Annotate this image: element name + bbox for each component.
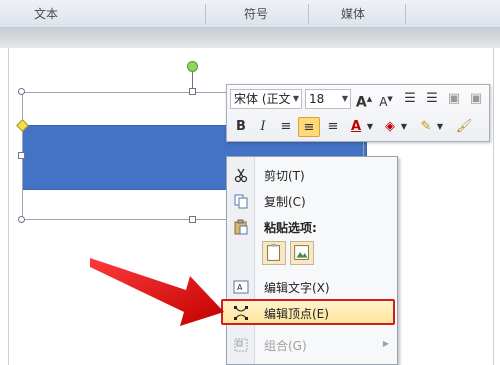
align-left-icon[interactable]: ≡ bbox=[275, 117, 297, 137]
annotation-arrow bbox=[90, 258, 224, 326]
fill-bucket-icon[interactable]: ◈ bbox=[379, 117, 401, 137]
chevron-down-icon[interactable]: ▼ bbox=[435, 117, 445, 137]
chevron-down-icon[interactable]: ▼ bbox=[399, 117, 409, 137]
align-right-icon[interactable]: ≡ bbox=[322, 117, 344, 137]
font-color-label: A bbox=[350, 119, 362, 134]
ribbon-group-bar: 文本 符号 媒体 bbox=[0, 0, 500, 28]
align-center-icon[interactable]: ≡ bbox=[298, 117, 320, 137]
mini-toolbar: 宋体 (正文 ▼ 18 ▼ A▲ A▼ ☰ ☰ ▣ ▣ B I ≡ ≡ ≡ A … bbox=[226, 84, 490, 142]
copy-icon bbox=[234, 194, 248, 209]
textbox-icon: A bbox=[233, 280, 249, 294]
grow-font-button[interactable]: A▲ bbox=[353, 89, 375, 111]
grow-font-label: A bbox=[355, 94, 367, 111]
group-icon bbox=[234, 338, 248, 352]
edit-points-icon bbox=[234, 306, 248, 320]
send-backward-icon[interactable]: ▣ bbox=[465, 89, 487, 109]
resize-handle-nw[interactable] bbox=[18, 88, 25, 95]
context-menu: 剪切(T) 复制(C) 粘贴选项: A 编辑文字(X) 编辑顶点(E) 组合(G… bbox=[221, 156, 398, 365]
ribbon-group-text[interactable]: 文本 bbox=[34, 5, 58, 22]
chevron-down-icon: ▼ bbox=[292, 94, 299, 103]
rotation-handle[interactable] bbox=[187, 61, 198, 72]
ribbon-separator bbox=[405, 4, 406, 24]
menu-item-label: 剪切(T) bbox=[264, 169, 305, 183]
font-name-dropdown[interactable]: 宋体 (正文 ▼ bbox=[230, 89, 302, 109]
font-size-dropdown[interactable]: 18 ▼ bbox=[305, 89, 351, 109]
italic-button[interactable]: I bbox=[252, 117, 274, 137]
menu-item-group: 组合(G) ▶ bbox=[229, 333, 395, 357]
svg-text:A: A bbox=[237, 283, 243, 292]
chevron-down-icon[interactable]: ▼ bbox=[365, 117, 375, 137]
ribbon-separator bbox=[205, 4, 206, 24]
font-size-value: 18 bbox=[309, 92, 325, 106]
menu-item-edit-text[interactable]: A 编辑文字(X) bbox=[229, 275, 395, 299]
menu-item-cut[interactable]: 剪切(T) bbox=[229, 163, 395, 187]
resize-handle-n[interactable] bbox=[189, 88, 196, 95]
bring-forward-icon[interactable]: ▣ bbox=[443, 89, 465, 109]
menu-item-paste-options: 粘贴选项: bbox=[229, 215, 395, 239]
menu-item-label: 粘贴选项: bbox=[264, 221, 317, 235]
font-color-button[interactable]: A bbox=[345, 117, 367, 137]
resize-handle-w[interactable] bbox=[18, 152, 25, 159]
paste-picture-icon[interactable] bbox=[290, 241, 314, 265]
scissors-icon bbox=[234, 168, 248, 183]
resize-handle-s[interactable] bbox=[189, 216, 196, 223]
increase-indent-icon[interactable]: ☰ bbox=[421, 89, 443, 109]
outline-pen-icon[interactable]: ✎ bbox=[415, 117, 437, 137]
paste-keep-formatting-icon[interactable] bbox=[262, 241, 286, 265]
submenu-arrow-icon: ▶ bbox=[382, 339, 389, 348]
bold-label: B bbox=[236, 119, 246, 134]
italic-label: I bbox=[260, 119, 266, 134]
decrease-indent-icon[interactable]: ☰ bbox=[399, 89, 421, 109]
menu-item-label: 组合(G) bbox=[264, 339, 307, 353]
shrink-font-button[interactable]: A▼ bbox=[375, 89, 397, 109]
ribbon-separator bbox=[308, 4, 309, 24]
ribbon-group-media[interactable]: 媒体 bbox=[341, 5, 365, 22]
format-painter-icon[interactable]: 🖌 bbox=[453, 117, 475, 137]
ribbon-shadow bbox=[0, 28, 500, 48]
menu-item-label: 编辑顶点(E) bbox=[264, 307, 329, 321]
clipboard-icon bbox=[234, 219, 248, 235]
ribbon-group-symbols[interactable]: 符号 bbox=[244, 5, 268, 22]
resize-handle-sw[interactable] bbox=[18, 216, 25, 223]
menu-item-copy[interactable]: 复制(C) bbox=[229, 189, 395, 213]
chevron-down-icon: ▼ bbox=[341, 94, 348, 103]
font-name-value: 宋体 (正文 bbox=[234, 92, 291, 106]
menu-item-label: 复制(C) bbox=[264, 195, 306, 209]
menu-item-edit-points[interactable]: 编辑顶点(E) bbox=[221, 299, 395, 325]
menu-item-label: 编辑文字(X) bbox=[264, 281, 330, 295]
bold-button[interactable]: B bbox=[230, 117, 252, 137]
